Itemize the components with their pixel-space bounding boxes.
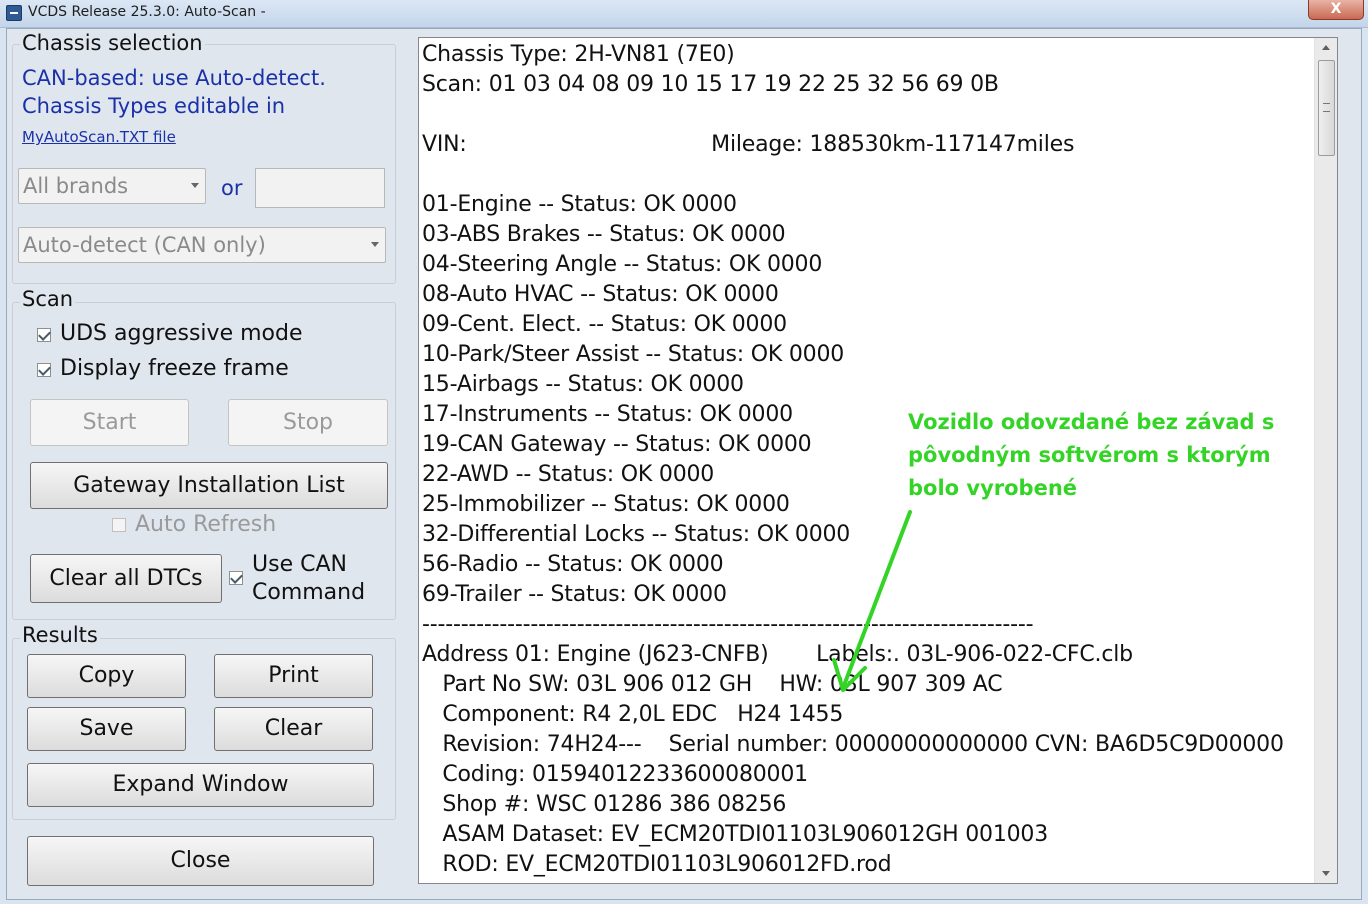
annotation-arrow-icon <box>832 510 912 692</box>
